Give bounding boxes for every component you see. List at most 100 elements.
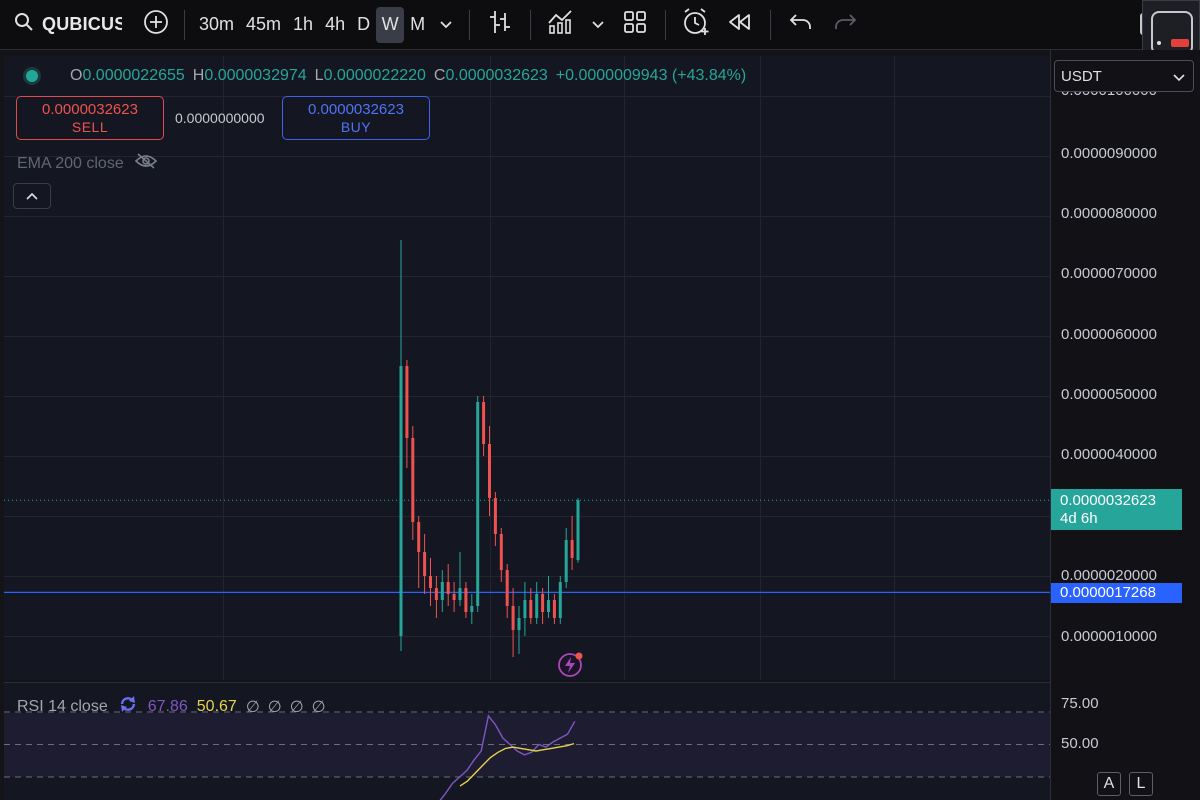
candle — [446, 564, 450, 606]
log-scale-button[interactable]: L — [1129, 772, 1153, 796]
toolbar-separator — [469, 9, 471, 40]
redo-button[interactable] — [823, 7, 867, 43]
bar-style-button[interactable] — [478, 7, 522, 43]
candle-body — [464, 588, 468, 612]
candle — [488, 426, 491, 516]
layout-button[interactable] — [613, 7, 657, 43]
candle — [493, 492, 497, 546]
sell-button[interactable]: 0.0000032623 SELL — [16, 96, 164, 140]
ema-indicator-legend[interactable]: EMA 200 close — [17, 152, 158, 175]
candle — [399, 240, 403, 651]
change-value: +0.0000009943 (+43.84%) — [555, 67, 747, 84]
currency-select[interactable]: USDT — [1054, 60, 1194, 92]
search-icon — [14, 12, 34, 37]
alert-icon — [682, 8, 710, 41]
collapse-legend-button[interactable] — [13, 183, 51, 209]
candle — [464, 582, 468, 618]
candle-body — [558, 582, 562, 618]
candle — [564, 528, 568, 588]
loading-icon — [118, 694, 138, 719]
timeframe-dropdown[interactable] — [431, 7, 461, 43]
candle — [505, 564, 509, 618]
candle — [541, 588, 545, 624]
price-label: 0.0000090000 — [1061, 145, 1157, 162]
candle — [558, 576, 562, 624]
rsi-line — [439, 714, 576, 800]
price-label: 0.0000040000 — [1061, 446, 1157, 463]
candle — [552, 594, 556, 624]
rsi-na-value: ∅ — [245, 698, 260, 716]
candle — [482, 396, 486, 456]
candle — [523, 582, 527, 636]
chevron-down-icon — [1173, 70, 1185, 87]
timeframe-w[interactable]: W — [376, 6, 405, 43]
symbol-search[interactable]: QUBICUS — [0, 0, 122, 50]
timeframe-m[interactable]: M — [404, 7, 431, 43]
low-value: 0.0000022220 — [323, 67, 426, 84]
rsi-legend[interactable]: RSI 14 close 67.86 50.67 ∅ ∅ ∅ ∅ — [17, 694, 334, 719]
timeframe-4h[interactable]: 4h — [319, 7, 351, 43]
replay-button[interactable] — [718, 7, 762, 43]
toolbar-separator — [665, 9, 667, 40]
toolbar-separator — [530, 9, 532, 40]
candle — [517, 606, 521, 654]
indicators-button[interactable] — [539, 7, 583, 43]
current-price-tag: 0.0000032623 4d 6h — [1051, 489, 1182, 530]
indicators-dropdown[interactable] — [583, 7, 613, 43]
chart-pane[interactable] — [4, 56, 1050, 680]
candle-body — [547, 600, 550, 612]
open-value: 0.0000022655 — [82, 67, 185, 84]
toolbar-separator — [184, 9, 185, 40]
close-key: C — [433, 67, 446, 84]
price-label: 0.0000080000 — [1061, 205, 1157, 222]
candle-body — [517, 618, 521, 630]
candle-body — [399, 366, 403, 636]
candle — [434, 576, 438, 618]
candle-body — [423, 552, 427, 576]
price-label: 0.0000020000 — [1061, 567, 1157, 584]
horizontal-line-tag: 0.0000017268 — [1051, 583, 1182, 603]
candle — [440, 570, 444, 612]
candle-body — [511, 606, 515, 630]
candle — [411, 426, 415, 540]
candle-body — [405, 366, 409, 438]
market-status-icon — [26, 70, 38, 82]
timeframe-d[interactable]: D — [351, 7, 376, 43]
timeframe-1h[interactable]: 1h — [287, 7, 319, 43]
auto-scale-button[interactable]: A — [1097, 772, 1121, 796]
candle-body — [446, 582, 450, 594]
rsi-ma-value: 50.67 — [196, 697, 237, 715]
rsi-na-value: ∅ — [267, 698, 282, 716]
close-value: 0.0000032623 — [445, 67, 548, 84]
battery-icon — [1151, 11, 1193, 55]
add-symbol-button[interactable] — [136, 7, 176, 43]
chevron-down-icon — [439, 14, 453, 35]
toolbar-separator — [770, 9, 772, 40]
timeframe-30m[interactable]: 30m — [193, 7, 240, 43]
candle — [405, 360, 409, 468]
top-toolbar: QUBICUS 30m 45m 1h 4h D W M — [0, 0, 1200, 64]
eye-hidden-icon[interactable] — [134, 152, 158, 175]
candle-body — [434, 588, 438, 600]
timeframe-45m[interactable]: 45m — [240, 7, 287, 43]
replay-icon — [727, 12, 753, 37]
rsi-axis-label: 75.00 — [1061, 695, 1099, 712]
candlestick-chart[interactable] — [4, 56, 1050, 680]
candle-body — [493, 498, 497, 534]
rsi-axis-label: 50.00 — [1061, 735, 1099, 752]
spread-value: 0.0000000000 — [175, 110, 265, 126]
candle — [570, 516, 574, 570]
undo-button[interactable] — [779, 7, 823, 43]
price-axis[interactable] — [1050, 50, 1200, 800]
symbol-name: QUBICUS — [42, 14, 122, 34]
candle-body — [411, 438, 415, 522]
buy-label: BUY — [340, 119, 372, 135]
event-marker[interactable] — [557, 650, 585, 678]
candle-body — [499, 534, 503, 570]
candle — [429, 558, 432, 606]
buy-button[interactable]: 0.0000032623 BUY — [282, 96, 430, 140]
candle — [470, 594, 474, 624]
price-label-cut: 0.0000100000 — [1061, 92, 1179, 102]
rsi-label: RSI 14 close — [17, 697, 108, 715]
alert-button[interactable] — [674, 7, 718, 43]
